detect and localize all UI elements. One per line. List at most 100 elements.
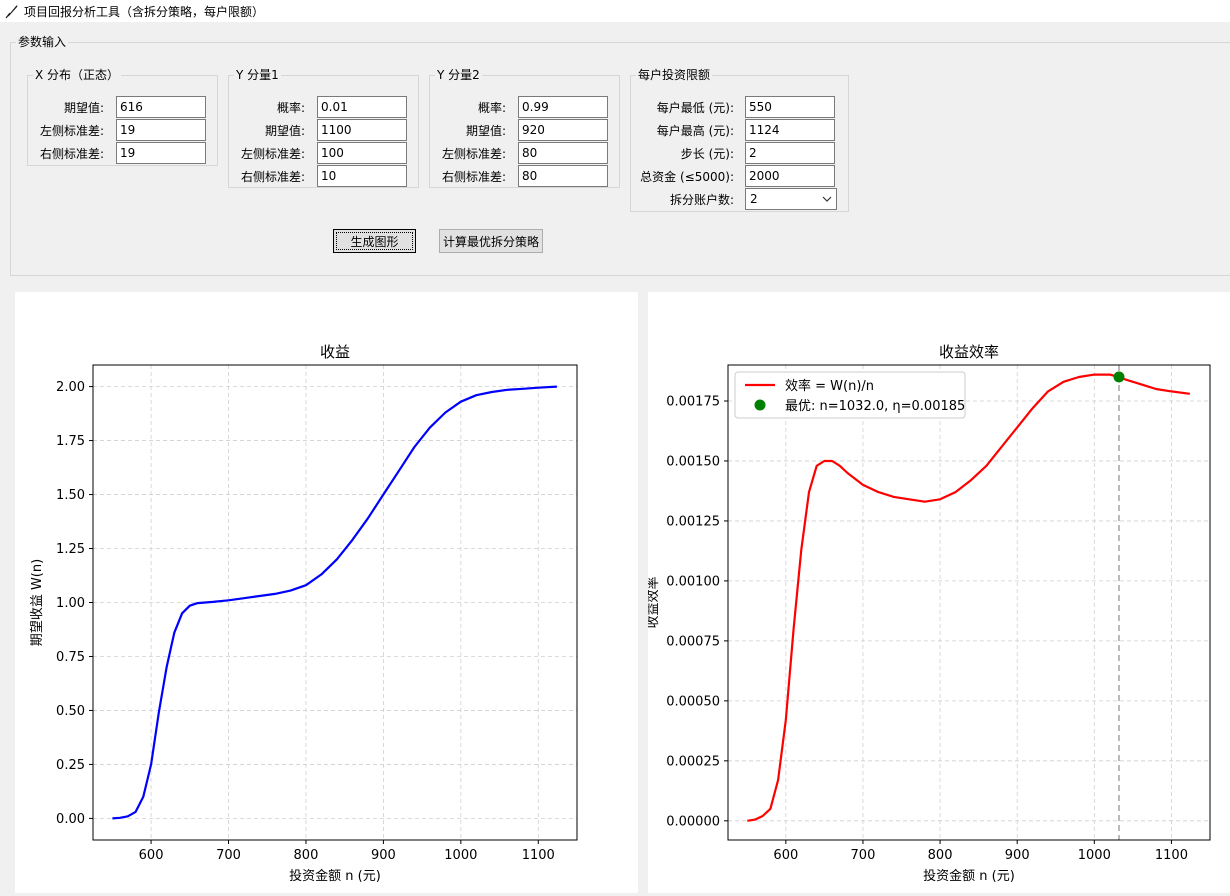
min-invest-input[interactable] [745, 96, 835, 118]
y-tick-label: 0.50 [56, 704, 85, 719]
chart-title: 收益 [320, 343, 350, 361]
y1-prob-label: 概率: [276, 100, 305, 115]
y2-prob-input[interactable] [518, 96, 608, 118]
total-funds-input[interactable] [745, 165, 835, 187]
min-invest-row: 每户最低 (元): [631, 96, 835, 118]
total-funds-label: 总资金 (≤5000): [640, 169, 734, 184]
y1-left-sd-input[interactable] [317, 142, 407, 164]
y1-group: Y 分量1 概率: 期望值: 左侧标准差: 右侧标准差: [228, 69, 419, 188]
optimum-point [1113, 371, 1125, 383]
legend-series-label: 效率 = W(n)/n [785, 378, 874, 394]
x-dist-group: X 分布（正态） 期望值: 左侧标准差: 右侧标准差: [27, 69, 218, 166]
y2-mean-label: 期望值: [465, 123, 506, 138]
x-left-sd-input[interactable] [116, 119, 206, 141]
max-invest-input[interactable] [745, 119, 835, 141]
step-label: 步长 (元): [680, 146, 734, 161]
revenue-chart: 600 700 800 900 1000 1100 0.00 0.25 0.50 0.75 1.00… [29, 343, 578, 884]
y1-mean-input[interactable] [317, 119, 407, 141]
y1-prob-row: 概率: [229, 96, 407, 118]
min-invest-label: 每户最低 (元): [656, 100, 734, 115]
x-mean-row: 期望值: [28, 96, 206, 118]
x-tick-label: 800 [928, 848, 953, 863]
y-tick-label: 1.50 [56, 488, 85, 503]
y2-left-sd-label: 左侧标准差: [441, 146, 506, 161]
y2-right-sd-input[interactable] [518, 165, 608, 187]
y2-mean-input[interactable] [518, 119, 608, 141]
y-axis-label: 收益效率 [648, 576, 661, 628]
y-tick-label: 1.00 [56, 596, 85, 611]
y1-right-sd-input[interactable] [317, 165, 407, 187]
y-tick-label: 0.75 [56, 650, 85, 665]
x-left-sd-label: 左侧标准差: [39, 123, 104, 138]
optimize-split-button[interactable]: 计算最优拆分策略 [439, 229, 543, 253]
x-tick-label: 700 [851, 848, 876, 863]
x-tick-label: 1000 [444, 848, 477, 863]
y2-right-sd-label: 右侧标准差: [441, 169, 506, 184]
y1-prob-input[interactable] [317, 96, 407, 118]
y-tick-label: 0.00075 [666, 634, 720, 649]
generate-chart-button[interactable]: 生成图形 [333, 229, 416, 253]
split-accounts-value: 2 [750, 192, 758, 206]
x-mean-input[interactable] [116, 96, 206, 118]
title-bar: 项目回报分析工具（含拆分策略，每户限额） [0, 0, 1230, 22]
x-tick-label: 600 [139, 848, 164, 863]
chevron-down-icon [822, 196, 832, 202]
y-axis-label: 期望收益 W(n) [29, 559, 45, 646]
feather-icon [5, 5, 18, 19]
y-tick-label: 0.00000 [666, 814, 720, 829]
y1-left-sd-row: 左侧标准差: [229, 142, 407, 164]
x-tick-label: 600 [773, 848, 798, 863]
x-mean-label: 期望值: [63, 100, 104, 115]
x-axis-label: 投资金额 n (元) [923, 868, 1015, 884]
y-tick-label: 0.00050 [666, 694, 720, 709]
split-accounts-row: 拆分账户数: 2 [631, 188, 837, 210]
y-tick-label: 1.25 [56, 542, 85, 557]
x-tick-label: 1000 [1078, 848, 1111, 863]
y-tick-label: 0.25 [56, 758, 85, 773]
x-right-sd-row: 右侧标准差: [28, 142, 206, 164]
y-tick-label: 0.00100 [666, 574, 720, 589]
total-funds-row: 总资金 (≤5000): [631, 165, 835, 187]
x-dist-legend: X 分布（正态） [35, 68, 120, 82]
y2-left-sd-input[interactable] [518, 142, 608, 164]
params-legend: 参数输入 [18, 35, 67, 49]
max-invest-row: 每户最高 (元): [631, 119, 835, 141]
efficiency-chart-panel: 600 700 800 900 1000 1100 0.00000 0.00025 0.0005… [645, 292, 1230, 893]
window-title: 项目回报分析工具（含拆分策略，每户限额） [24, 4, 265, 19]
x-tick-label: 1100 [522, 848, 555, 863]
y2-prob-label: 概率: [477, 100, 506, 115]
y2-left-sd-row: 左侧标准差: [430, 142, 608, 164]
split-accounts-select[interactable]: 2 [745, 188, 837, 210]
y-tick-label: 2.00 [56, 380, 85, 395]
y1-right-sd-row: 右侧标准差: [229, 165, 407, 187]
legend-point-swatch [754, 399, 766, 411]
x-tick-label: 1100 [1155, 848, 1188, 863]
y-tick-label: 0.00025 [666, 754, 720, 769]
axes-frame [727, 364, 1211, 841]
revenue-chart-panel: 600 700 800 900 1000 1100 0.00 0.25 0.50 0.75 1.00… [15, 292, 638, 893]
legend-optimum-label: 最优: n=1032.0, η=0.00185 [785, 399, 965, 414]
chart-legend: 效率 = W(n)/n 最优: n=1032.0, η=0.00185 [734, 371, 966, 419]
x-axis-label: 投资金额 n (元) [289, 868, 381, 884]
max-invest-label: 每户最高 (元): [656, 123, 734, 138]
step-row: 步长 (元): [631, 142, 835, 164]
x-tick-label: 800 [294, 848, 319, 863]
limits-group: 每户投资限额 每户最低 (元): 每户最高 (元): 步长 (元): 总资金 (… [630, 69, 849, 212]
y-tick-label: 1.75 [56, 434, 85, 449]
step-input[interactable] [745, 142, 835, 164]
efficiency-chart: 600 700 800 900 1000 1100 0.00000 0.00025 0.0005… [645, 343, 1211, 884]
y-tick-label: 0.00 [56, 812, 85, 827]
y2-legend: Y 分量2 [437, 68, 480, 82]
x-tick-label: 900 [371, 848, 396, 863]
y1-left-sd-label: 左侧标准差: [240, 146, 305, 161]
y2-group: Y 分量2 概率: 期望值: 左侧标准差: 右侧标准差: [429, 69, 620, 188]
limits-legend: 每户投资限额 [638, 68, 711, 82]
x-tick-label: 900 [1005, 848, 1030, 863]
y2-mean-row: 期望值: [430, 119, 608, 141]
y1-mean-row: 期望值: [229, 119, 407, 141]
y2-prob-row: 概率: [430, 96, 608, 118]
split-accounts-label: 拆分账户数: [669, 192, 734, 207]
x-right-sd-input[interactable] [116, 142, 206, 164]
y-tick-label: 0.00150 [666, 454, 720, 469]
x-right-sd-label: 右侧标准差: [39, 146, 104, 161]
